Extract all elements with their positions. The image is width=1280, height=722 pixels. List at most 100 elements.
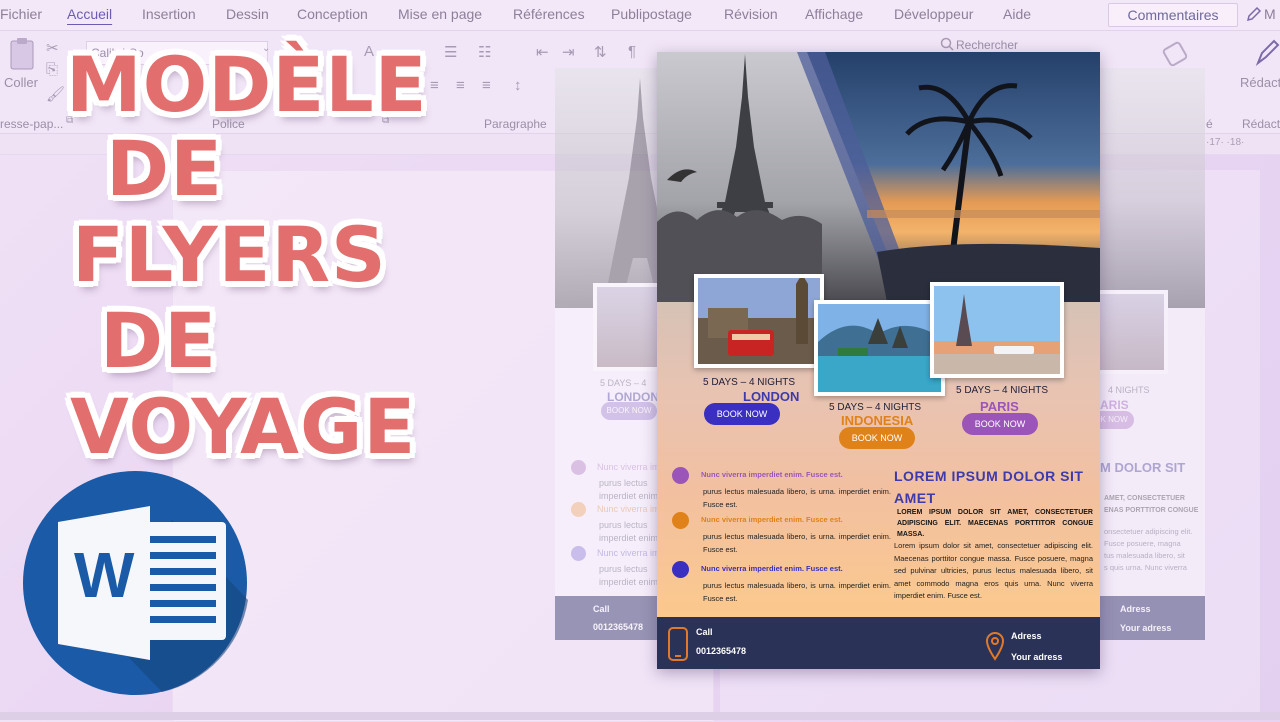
london-photo [694,274,824,368]
numbering-icon[interactable]: ☷ [478,43,491,61]
ghost-right-address: Your adress [1120,623,1172,633]
search-icon[interactable] [940,37,954,51]
ghost-right-lorem-title: M DOLOR SIT [1100,460,1186,475]
ghost-book-label: BOOK NOW [606,406,652,415]
list-body-1: purus lectus malesuada libero, is urna. … [703,487,891,509]
menu-accueil[interactable]: Accueil [67,6,112,22]
list-dot-1 [672,467,689,484]
menu-publipostage[interactable]: Publipostage [611,6,692,22]
editor-icon[interactable] [1254,37,1280,67]
align-center-icon[interactable]: ≡ [456,77,465,94]
menu-insertion[interactable]: Insertion [142,6,196,22]
overlay-title-line-4: DE [100,296,218,385]
overlay-title-line-1: MODÈLE [66,40,428,129]
ghost-right-nights: 4 NIGHTS [1108,385,1150,395]
lorem-caps-paragraph: LOREM IPSUM DOLOR SIT AMET, CONSECTETUER… [897,509,1093,538]
align-right-icon[interactable]: ≡ [482,77,491,94]
status-bar [0,712,1280,720]
increase-indent-icon[interactable]: ⇥ [562,43,575,61]
paragraphe-group-label: Paragraphe [484,117,547,131]
menu-affichage[interactable]: Affichage [805,6,863,22]
ghost-right-line-2: ENAS PORTTITOR CONGUE [1104,507,1199,514]
paris-book-label: BOOK NOW [974,419,1026,429]
clipboard-group-label: resse-pap... [0,117,64,131]
travel-flyer[interactable]: 5 DAYS – 4 NIGHTS LONDON BOOK NOW 5 DAYS… [657,52,1100,669]
menu-revision[interactable]: Révision [724,6,778,22]
overlay-title-line-3: FLYERS [72,210,387,299]
dictate-icon[interactable] [1160,39,1190,69]
list-dot-2 [672,512,689,529]
ghost-right-line-1: AMET, CONSECTETUER [1104,495,1185,502]
menu-dessin[interactable]: Dessin [226,6,269,22]
address-label: Adress [1011,631,1042,641]
ghost-list-body-1b: imperdiet enim. [599,491,661,501]
paris-duration: 5 DAYS – 4 NIGHTS [956,385,1049,396]
list-title-3: Nunc viverra imperdiet enim. Fusce est. [701,564,843,573]
align-left-icon[interactable]: ≡ [430,77,439,94]
paris-illustration [934,286,1060,374]
indonesia-duration: 5 DAYS – 4 NIGHTS [829,402,922,413]
phone-icon [668,627,688,661]
indonesia-photo [814,300,945,396]
menu-references[interactable]: Références [513,6,585,22]
flyer-footer: Call 0012365478 Adress Your adress [657,617,1100,669]
line-spacing-icon[interactable]: ↕ [514,77,522,94]
call-label: Call [696,627,713,637]
redaction-button-label[interactable]: Rédacti [1240,75,1280,90]
ghost-list-body-2a: purus lectus [599,520,648,530]
ghost-list-body-1a: purus lectus [599,478,648,488]
menu-mise-en-page[interactable]: Mise en page [398,6,482,22]
menu-developpeur[interactable]: Développeur [894,6,973,22]
ghost-dot-2 [571,502,586,517]
pencil-icon[interactable] [1246,6,1262,22]
ghost-call-label: Call [593,604,610,614]
ghost-right-address-label: Adress [1120,604,1151,614]
pilcrow-icon[interactable]: ¶ [628,43,636,60]
paris-book-button[interactable]: BOOK NOW [962,413,1038,435]
indonesia-book-button[interactable]: BOOK NOW [839,427,915,449]
indonesia-city: INDONESIA [841,413,914,428]
ghost-list-body-3b: imperdiet enim. [599,577,661,587]
address-value: Your adress [1011,652,1063,662]
london-book-label: BOOK NOW [716,409,768,419]
group-label-partial: é [1206,117,1213,131]
list-title-1: Nunc viverra imperdiet enim. Fusce est. [701,470,843,479]
list-dot-3 [672,561,689,578]
menu-bar: Fichier Accueil Insertion Dessin Concept… [0,0,1280,31]
ghost-dot-3 [571,546,586,561]
ghost-nights: 5 DAYS – 4 [600,378,647,388]
ghost-right-line-6: s quis urna. Nunc viverra [1104,563,1187,572]
comments-label: Commentaires [1127,7,1219,23]
london-city: LONDON [743,389,800,404]
redaction-group-label: Rédacte [1242,117,1280,131]
location-pin-icon [985,632,1005,661]
comments-button[interactable]: Commentaires [1108,3,1238,27]
paste-label[interactable]: Coller [4,75,38,90]
sort-icon[interactable]: ⇅ [594,43,607,61]
ghost-dot-1 [571,460,586,475]
cut-icon[interactable]: ✂ [46,39,59,57]
paste-icon[interactable] [8,37,36,73]
list-body-3: purus lectus malesuada libero, is urna. … [703,581,891,603]
indonesia-illustration [818,304,941,392]
copy-icon[interactable]: ⎘ [46,61,58,78]
bullets-icon[interactable]: ☰ [444,43,457,61]
paris-photo [930,282,1064,378]
menu-fichier[interactable]: Fichier [0,6,42,22]
london-duration: 5 DAYS – 4 NIGHTS [703,377,796,388]
list-title-2: Nunc viverra imperdiet enim. Fusce est. [701,515,843,524]
london-book-button[interactable]: BOOK NOW [704,403,780,425]
ghost-right-line-5: tus malesuada libero, sit [1104,551,1185,560]
menu-aide[interactable]: Aide [1003,6,1031,22]
hero-photo [657,52,1100,302]
format-painter-icon[interactable]: 🖌 [46,85,65,103]
search-label[interactable]: Rechercher [956,38,1018,52]
indonesia-book-label: BOOK NOW [851,433,903,443]
lorem-paragraph: Lorem ipsum dolor sit amet, consectetuer… [894,541,1093,600]
menu-conception[interactable]: Conception [297,6,368,22]
edit-menu-partial[interactable]: M [1264,6,1276,22]
word-icon [23,471,248,695]
word-logo-letter: W [74,539,135,611]
ghost-book-button: BOOK NOW [601,402,657,420]
decrease-indent-icon[interactable]: ⇤ [536,43,549,61]
